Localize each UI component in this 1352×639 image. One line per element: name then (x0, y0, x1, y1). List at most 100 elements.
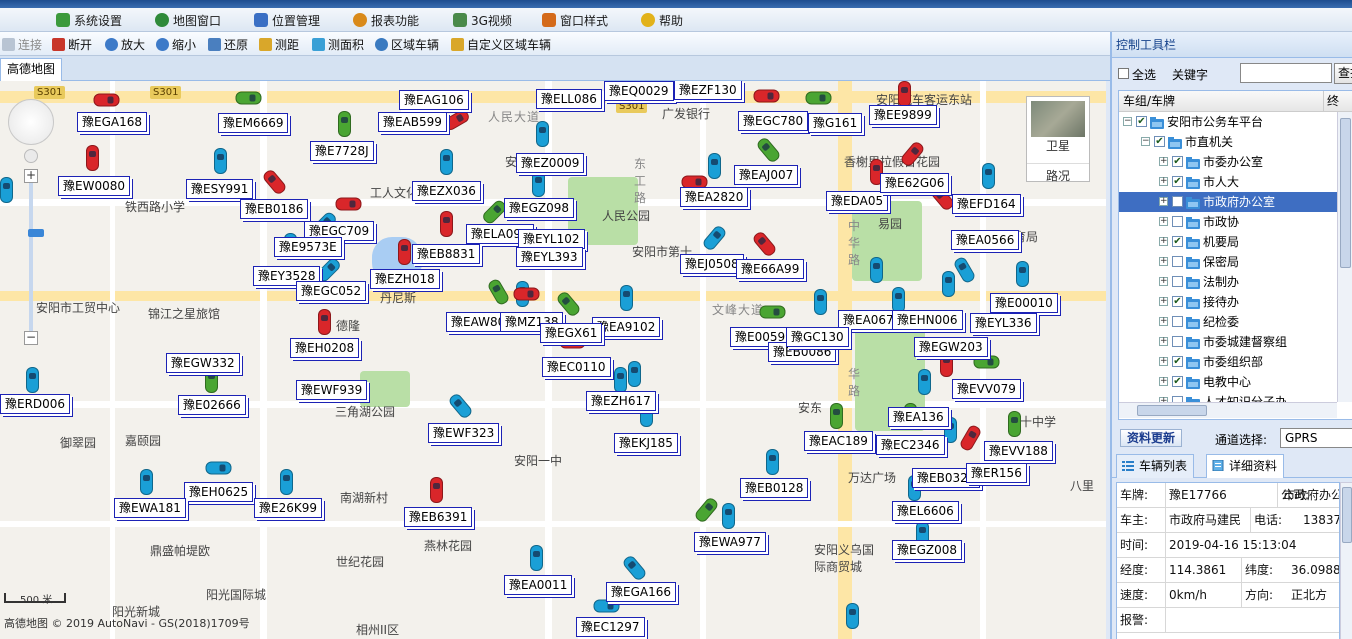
vehicle-marker[interactable] (751, 229, 778, 259)
details-scrollbar[interactable] (1340, 482, 1352, 639)
menu-window-style[interactable]: 窗口样式 (542, 11, 608, 29)
vehicle-marker[interactable] (318, 309, 331, 335)
vehicle-label[interactable]: 豫EVV079 (952, 379, 1021, 399)
tree-checkbox[interactable] (1172, 216, 1183, 227)
vehicle-marker[interactable] (759, 305, 786, 319)
vehicle-marker[interactable] (918, 369, 931, 395)
vehicle-marker[interactable] (338, 111, 351, 137)
menu-map-window[interactable]: 地图窗口 (155, 11, 221, 29)
vehicle-label[interactable]: 豫ELL086 (536, 89, 602, 109)
vehicle-label[interactable]: 豫EQ0029 (604, 81, 674, 101)
expand-icon[interactable]: + (1159, 317, 1168, 326)
vehicle-label[interactable]: 豫EZF130 (674, 81, 742, 100)
tree-checkbox[interactable]: ✔ (1154, 136, 1165, 147)
vehicle-label[interactable]: 豫EA0566 (951, 230, 1020, 250)
measure-distance-button[interactable]: 测距 (259, 36, 299, 52)
tree-node[interactable]: + 市委城建督察组 (1119, 332, 1339, 352)
tree-node[interactable]: + 保密局 (1119, 252, 1339, 272)
zoom-in-button[interactable]: 放大 (105, 36, 145, 52)
vehicle-marker[interactable] (846, 603, 859, 629)
vehicle-marker[interactable] (614, 367, 627, 393)
expand-icon[interactable]: + (1159, 217, 1168, 226)
menu-help[interactable]: 帮助 (641, 11, 683, 29)
vehicle-label[interactable]: 豫EGX61 (540, 323, 603, 343)
vehicle-label[interactable]: 豫EWA977 (694, 532, 766, 552)
tree-checkbox[interactable]: ✔ (1136, 116, 1147, 127)
vehicle-label[interactable]: 豫ERD006 (0, 394, 71, 414)
tree-horizontal-scrollbar[interactable] (1119, 402, 1337, 418)
vehicle-label[interactable]: 豫GC130 (786, 327, 849, 347)
connect-button[interactable]: 连接 (2, 36, 42, 52)
tree-checkbox[interactable]: ✔ (1172, 236, 1183, 247)
vehicle-label[interactable]: 豫EA2820 (680, 187, 749, 207)
vehicle-marker[interactable] (26, 367, 39, 393)
disconnect-button[interactable]: 断开 (52, 36, 92, 52)
vehicle-label[interactable]: 豫G161 (808, 113, 863, 133)
measure-area-button[interactable]: 测面积 (312, 36, 364, 52)
vehicle-label[interactable]: 豫E00010 (990, 293, 1058, 313)
vehicle-label[interactable]: 豫EC2346 (876, 435, 945, 455)
vehicle-label[interactable]: 豫EZX036 (412, 181, 481, 201)
tree-checkbox[interactable]: ✔ (1172, 296, 1183, 307)
tree-node[interactable]: + 市政协 (1119, 212, 1339, 232)
vehicle-label[interactable]: 豫EA0011 (504, 575, 573, 595)
custom-area-vehicle-button[interactable]: 自定义区域车辆 (451, 36, 551, 52)
vehicle-marker[interactable] (536, 121, 549, 147)
vehicle-marker[interactable] (942, 271, 955, 297)
vehicle-label[interactable]: 豫EL6606 (892, 501, 959, 521)
vehicle-label[interactable]: 豫EJ0508 (680, 254, 744, 274)
vehicle-marker[interactable] (440, 149, 453, 175)
vehicle-marker[interactable] (952, 255, 977, 285)
vehicle-marker[interactable] (335, 197, 362, 211)
vehicle-label[interactable]: 豫EE9899 (869, 105, 937, 125)
vehicle-label[interactable]: 豫EB6391 (404, 507, 473, 527)
vehicle-marker[interactable] (958, 423, 983, 453)
vehicle-label[interactable]: 豫E66A99 (736, 259, 805, 279)
select-all-checkbox[interactable] (1118, 68, 1129, 79)
vehicle-label[interactable]: 豫EDA05 (826, 191, 889, 211)
vehicle-marker[interactable] (621, 553, 648, 583)
vehicle-label[interactable]: 豫E9573E (274, 237, 342, 257)
vehicle-label[interactable]: 豫EZH018 (370, 269, 440, 289)
expand-icon[interactable]: + (1159, 297, 1168, 306)
vehicle-marker[interactable] (532, 171, 545, 197)
vehicle-label[interactable]: 豫EAB599 (378, 112, 447, 132)
tree-checkbox[interactable]: ✔ (1172, 376, 1183, 387)
vehicle-marker[interactable] (530, 545, 543, 571)
vehicle-marker[interactable] (722, 503, 735, 529)
vehicle-label[interactable]: 豫EB0128 (740, 478, 809, 498)
vehicle-label[interactable]: 豫EWA181 (114, 498, 186, 518)
vehicle-label[interactable]: 豫EC0110 (542, 357, 611, 377)
vehicle-marker[interactable] (235, 91, 262, 105)
expand-icon[interactable]: + (1159, 357, 1168, 366)
vehicle-label[interactable]: 豫EH0208 (290, 338, 360, 358)
vehicle-label[interactable]: 豫E7728J (310, 141, 374, 161)
vehicle-marker[interactable] (440, 211, 453, 237)
vehicle-label[interactable]: 豫EGA166 (606, 582, 676, 602)
vehicle-label[interactable]: 豫E02666 (178, 395, 246, 415)
vehicle-marker[interactable] (982, 163, 995, 189)
tab-amap[interactable]: 高德地图 (0, 58, 62, 81)
tree-node[interactable]: + ✔ 市委办公室 (1119, 152, 1339, 172)
vehicle-label[interactable]: 豫EAG106 (399, 90, 469, 110)
vehicle-label[interactable]: 豫EKJ185 (614, 433, 678, 453)
vehicle-label[interactable]: 豫EGW332 (166, 353, 240, 373)
traffic-toggle[interactable]: 路况 (1027, 163, 1089, 184)
vehicle-label[interactable]: 豫EAC189 (804, 431, 873, 451)
vehicle-label[interactable]: 豫EFD164 (952, 194, 1021, 214)
vehicle-label[interactable]: 豫EWF323 (428, 423, 500, 443)
vehicle-label[interactable]: 豫E62G06 (880, 173, 950, 193)
tree-checkbox[interactable]: ✔ (1172, 356, 1183, 367)
menu-3g-video[interactable]: 3G视频 (453, 11, 512, 29)
tree-checkbox[interactable] (1172, 256, 1183, 267)
vehicle-marker[interactable] (0, 177, 13, 203)
vehicle-marker[interactable] (280, 469, 293, 495)
vehicle-label[interactable]: 豫EGC780 (738, 111, 809, 131)
menu-reports[interactable]: 报表功能 (353, 11, 419, 29)
tree-column-group[interactable]: 车组/车牌 (1123, 91, 1175, 111)
keyword-input[interactable] (1240, 63, 1332, 83)
vehicle-label[interactable]: 豫EGW203 (914, 337, 988, 357)
vehicle-marker[interactable] (1008, 411, 1021, 437)
expand-icon[interactable]: + (1159, 157, 1168, 166)
vehicle-marker[interactable] (140, 469, 153, 495)
